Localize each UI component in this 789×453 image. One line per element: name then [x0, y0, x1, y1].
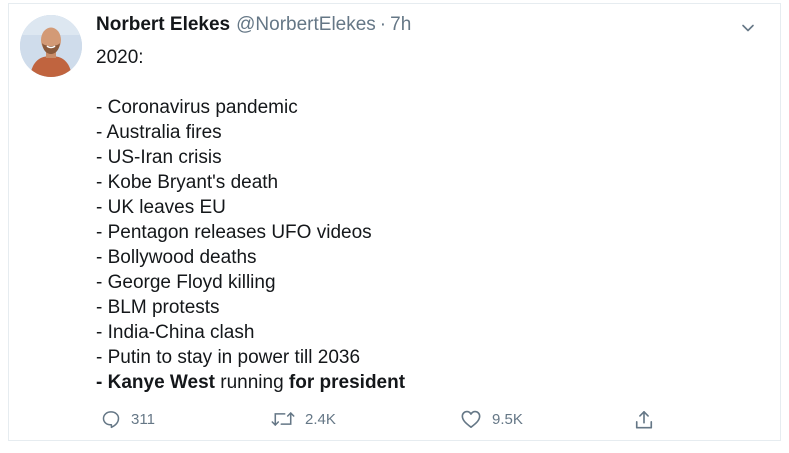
- list-item: - US-Iran crisis: [96, 147, 222, 168]
- like-button[interactable]: 9.5K: [460, 409, 523, 429]
- avatar-photo: [20, 15, 82, 77]
- tweet-card[interactable]: Norbert Elekes @NorbertElekes · 7h 2020:…: [8, 3, 781, 441]
- list-item: - Pentagon releases UFO videos: [96, 222, 372, 243]
- tweet-menu-button[interactable]: [736, 16, 760, 40]
- tweet-header: Norbert Elekes @NorbertElekes · 7h: [96, 14, 770, 38]
- reply-button[interactable]: 311: [101, 409, 155, 429]
- last-item-middle: running: [214, 372, 289, 393]
- list-item: - Putin to stay in power till 2036: [96, 347, 361, 368]
- event-list: - Coronavirus pandemic - Australia fires…: [96, 95, 770, 395]
- speech-bubble-icon: [102, 411, 120, 429]
- avatar[interactable]: [20, 15, 82, 77]
- list-item: - UK leaves EU: [96, 197, 226, 218]
- author-handle[interactable]: @NorbertElekes: [236, 14, 376, 36]
- share-upload-icon: [635, 411, 653, 429]
- like-count: 9.5K: [492, 410, 523, 428]
- reply-count: 311: [131, 410, 155, 428]
- tweet-actions: 311 2.4K 9.5K: [96, 409, 676, 437]
- tweet-intro: 2020:: [96, 47, 144, 68]
- list-item: - Kobe Bryant's death: [96, 172, 279, 193]
- list-item-last: - Kanye West running for president: [96, 370, 770, 395]
- tweet-text: 2020: - Coronavirus pandemic - Australia…: [96, 45, 770, 395]
- list-item: - India-China clash: [96, 322, 255, 343]
- list-item: - George Floyd killing: [96, 272, 276, 293]
- last-item-bold-suffix: for president: [288, 372, 406, 393]
- list-item: - Australia fires: [96, 122, 222, 143]
- share-button[interactable]: [634, 409, 654, 431]
- author-display-name[interactable]: Norbert Elekes: [96, 14, 230, 36]
- chevron-down-icon: [742, 24, 754, 32]
- retweet-count: 2.4K: [305, 410, 336, 428]
- heart-outline-icon: [461, 410, 481, 428]
- retweet-button[interactable]: 2.4K: [271, 409, 336, 429]
- retweet-arrows-icon: [271, 412, 295, 426]
- list-item: - BLM protests: [96, 297, 220, 318]
- tweet-content: Norbert Elekes @NorbertElekes · 7h 2020:…: [96, 14, 770, 395]
- list-item: - Coronavirus pandemic: [96, 97, 298, 118]
- list-item: - Bollywood deaths: [96, 247, 257, 268]
- tweet-timestamp[interactable]: 7h: [390, 14, 411, 36]
- last-item-bold-prefix: - Kanye West: [96, 372, 215, 393]
- header-separator: ·: [379, 14, 387, 35]
